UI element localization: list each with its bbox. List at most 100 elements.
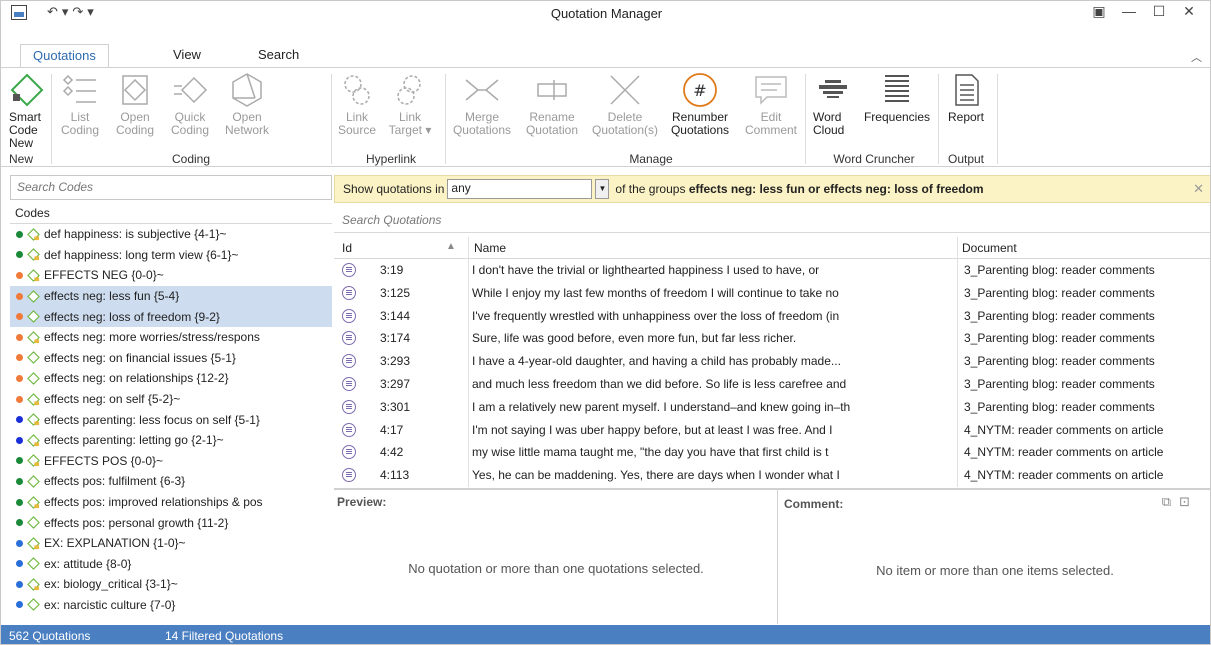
group-separator bbox=[938, 74, 939, 164]
delete-quotations-button[interactable]: Delete Quotation(s) bbox=[591, 72, 659, 137]
code-label: effects neg: loss of freedom {9-2} bbox=[44, 309, 220, 324]
table-row[interactable]: 4:113 Yes, he can be maddening. Yes, ther… bbox=[334, 464, 1210, 487]
link-source-button[interactable]: Link Source bbox=[335, 72, 379, 137]
table-row[interactable]: 3:293 I have a 4-year-old daughter, and h… bbox=[334, 350, 1210, 373]
column-document[interactable]: Document bbox=[962, 241, 1017, 255]
code-icon bbox=[27, 289, 40, 303]
comment-toolbar: ⧉⊡ bbox=[1162, 494, 1198, 510]
code-list-item[interactable]: effects neg: more worries/stress/respons bbox=[10, 327, 332, 348]
code-color-dot bbox=[16, 271, 23, 279]
restore-panel-icon[interactable]: ▣ bbox=[1084, 3, 1114, 20]
table-row[interactable]: 3:19 I don't have the trivial or lighthea… bbox=[334, 259, 1210, 282]
code-label: def happiness: is subjective {4-1}~ bbox=[44, 227, 227, 242]
link-target-icon bbox=[397, 75, 421, 105]
collapse-ribbon-icon[interactable]: ︿ bbox=[1191, 49, 1202, 65]
quotation-name: and much less freedom than we did before… bbox=[472, 376, 847, 391]
code-label: EFFECTS POS {0-0}~ bbox=[44, 453, 164, 468]
code-list-item[interactable]: ex: narcistic culture {7-0} bbox=[10, 595, 332, 616]
code-label: effects parenting: less focus on self {5… bbox=[44, 412, 260, 427]
group-separator bbox=[805, 74, 806, 164]
frequencies-icon bbox=[885, 75, 909, 102]
code-list-item[interactable]: effects neg: less fun {5-4} bbox=[10, 285, 332, 307]
quotation-document: 4_NYTM: reader comments on article bbox=[964, 445, 1164, 460]
code-list-item[interactable]: EX: EXPLANATION {1-0}~ bbox=[10, 533, 332, 554]
rename-quotation-button[interactable]: Rename Quotation bbox=[521, 72, 583, 137]
column-id[interactable]: Id bbox=[342, 241, 352, 255]
code-list-item[interactable]: effects neg: on relationships {12-2} bbox=[10, 368, 332, 389]
splitter[interactable] bbox=[777, 490, 778, 624]
code-label: effects neg: on self {5-2}~ bbox=[44, 392, 181, 407]
renumber-quotations-button[interactable]: # Renumber Quotations bbox=[665, 72, 735, 137]
codes-header[interactable]: Codes bbox=[10, 204, 332, 224]
quotation-name: I've frequently wrestled with unhappines… bbox=[472, 308, 840, 323]
code-list-item[interactable]: effects neg: on financial issues {5-1} bbox=[10, 348, 332, 369]
code-color-dot bbox=[16, 601, 23, 609]
comment-empty-message: No item or more than one items selected. bbox=[876, 563, 1114, 578]
code-list-item[interactable]: effects pos: improved relationships & po… bbox=[10, 492, 332, 513]
save-icon[interactable]: ⊡ bbox=[1179, 494, 1198, 509]
merge-quotations-button[interactable]: Merge Quotations bbox=[451, 72, 513, 137]
word-cloud-button[interactable]: Word Cloud bbox=[813, 72, 853, 137]
code-list-item[interactable]: ex: biology_critical {3-1}~ bbox=[10, 574, 332, 595]
table-row[interactable]: 3:301 I am a relatively new parent myself… bbox=[334, 396, 1210, 419]
open-coding-button[interactable]: Open Coding bbox=[111, 72, 159, 137]
table-row[interactable]: 3:297 and much less freedom than we did b… bbox=[334, 373, 1210, 396]
search-codes-input[interactable]: Search Codes bbox=[10, 175, 332, 200]
filter-mode-select[interactable]: any bbox=[447, 179, 593, 199]
open-network-button[interactable]: Open Network bbox=[221, 72, 273, 137]
chevron-down-icon[interactable]: ▼ bbox=[595, 179, 610, 199]
code-list-item[interactable]: def happiness: is subjective {4-1}~ bbox=[10, 224, 332, 245]
close-filter-icon[interactable]: ✕ bbox=[1193, 181, 1204, 197]
code-list-item[interactable]: EFFECTS POS {0-0}~ bbox=[10, 451, 332, 472]
splitter[interactable] bbox=[334, 488, 1210, 490]
preview-empty-message: No quotation or more than one quotations… bbox=[408, 561, 704, 576]
edit-comment-button[interactable]: Edit Comment bbox=[743, 72, 799, 137]
code-icon bbox=[27, 557, 40, 571]
code-group-icon bbox=[27, 248, 40, 262]
tab-view[interactable]: View bbox=[161, 44, 213, 68]
code-list-item[interactable]: def happiness: long term view {6-1}~ bbox=[10, 245, 332, 266]
table-row[interactable]: 4:42 my wise little mama taught me, "the … bbox=[334, 441, 1210, 464]
minimize-button[interactable]: — bbox=[1114, 3, 1144, 20]
code-list-item[interactable]: effects neg: on self {5-2}~ bbox=[10, 389, 332, 410]
table-row[interactable]: 4:17 I'm not saying I was uber happy befo… bbox=[334, 419, 1210, 442]
tab-search[interactable]: Search bbox=[246, 44, 311, 68]
search-quotations-input[interactable]: Search Quotations bbox=[334, 207, 1210, 233]
code-color-dot bbox=[16, 457, 23, 465]
table-row[interactable]: 3:125 While I enjoy my last few months of… bbox=[334, 282, 1210, 305]
quotation-document: 3_Parenting blog: reader comments bbox=[964, 354, 1155, 369]
sort-ascending-icon[interactable]: ▲ bbox=[446, 241, 456, 252]
quotation-name: Yes, he can be maddening. Yes, there are… bbox=[472, 468, 840, 483]
code-list-item[interactable]: effects parenting: letting go {2-1}~ bbox=[10, 430, 332, 451]
quick-coding-button[interactable]: Quick Coding bbox=[166, 72, 214, 137]
code-list-item[interactable]: EFFECTS NEG {0-0}~ bbox=[10, 265, 332, 286]
window-controls: ▣ — ☐ ✕ bbox=[1084, 3, 1204, 20]
column-name[interactable]: Name bbox=[474, 241, 506, 255]
code-list-item[interactable]: effects pos: personal growth {11-2} bbox=[10, 512, 332, 533]
code-color-dot bbox=[16, 395, 23, 403]
frequencies-button[interactable]: Frequencies bbox=[859, 72, 935, 124]
list-coding-button[interactable]: List Coding bbox=[56, 72, 104, 137]
code-list-item[interactable]: effects neg: loss of freedom {9-2} bbox=[10, 306, 332, 327]
table-row[interactable]: 3:144 I've frequently wrestled with unhap… bbox=[334, 305, 1210, 328]
external-link-icon[interactable]: ⧉ bbox=[1162, 494, 1179, 509]
code-label: ex: attitude {8-0} bbox=[44, 556, 132, 571]
code-list-item[interactable]: effects parenting: less focus on self {5… bbox=[10, 409, 332, 430]
report-button[interactable]: Report bbox=[941, 72, 991, 124]
table-row[interactable]: 3:174 Sure, life was good before, even mo… bbox=[334, 327, 1210, 350]
filter-prefix: Show quotations in bbox=[343, 182, 445, 196]
code-list-item[interactable]: effects pos: fulfilment {6-3} bbox=[10, 471, 332, 492]
quotation-name: I am a relatively new parent myself. I u… bbox=[472, 399, 851, 414]
code-label: EFFECTS NEG {0-0}~ bbox=[44, 268, 164, 283]
code-label: EX: EXPLANATION {1-0}~ bbox=[44, 536, 186, 551]
quotation-table-body: 3:19 I don't have the trivial or lighthea… bbox=[334, 259, 1210, 487]
code-group-icon bbox=[27, 536, 40, 550]
tab-quotations[interactable]: Quotations bbox=[20, 44, 109, 68]
link-target-button[interactable]: Link Target ▾ bbox=[385, 72, 435, 137]
code-list-item[interactable]: ex: attitude {8-0} bbox=[10, 554, 332, 575]
maximize-button[interactable]: ☐ bbox=[1144, 3, 1174, 20]
code-color-dot bbox=[16, 354, 23, 362]
smart-code-button[interactable]: Smart Code New bbox=[9, 72, 45, 150]
word-cloud-icon bbox=[819, 80, 847, 98]
close-button[interactable]: ✕ bbox=[1174, 3, 1204, 20]
